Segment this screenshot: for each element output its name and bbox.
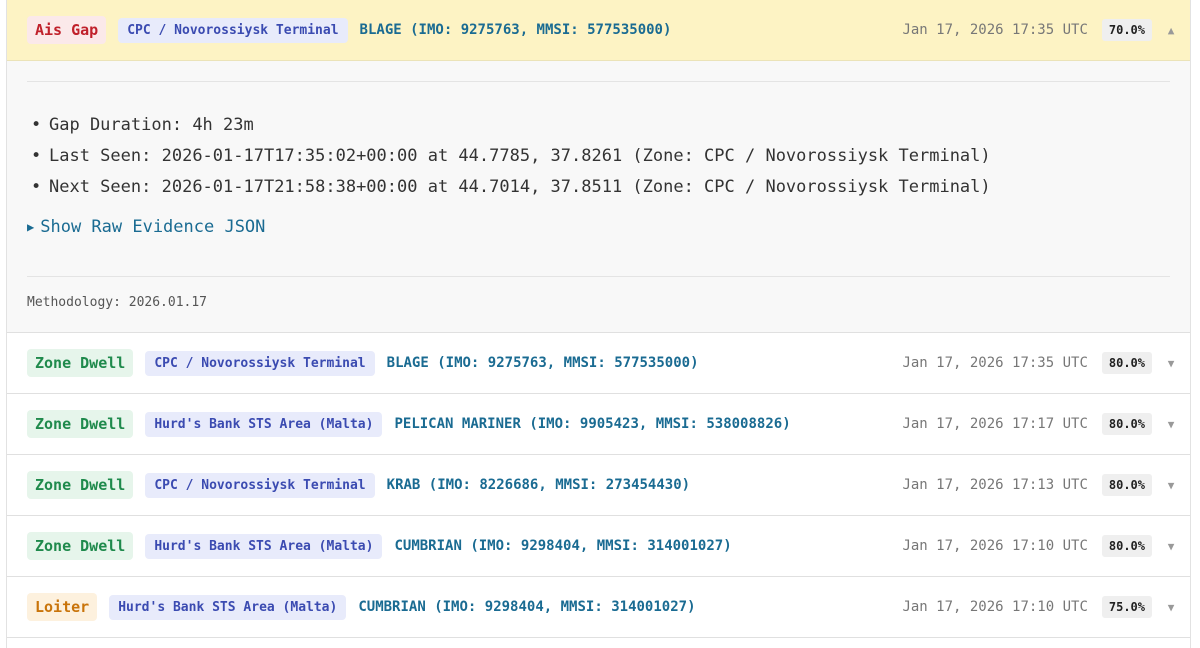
confidence-badge: 70.0%: [1101, 19, 1152, 41]
show-raw-evidence-toggle[interactable]: ▶ Show Raw Evidence JSON: [27, 217, 1170, 237]
zone-tag: Hurd's Bank STS Area (Malta): [145, 533, 383, 559]
event-type-badge: Loiter: [27, 593, 98, 621]
confidence-badge: 80.0%: [1101, 535, 1152, 557]
event-type-badge: Zone Dwell: [27, 471, 134, 499]
vessel-link[interactable]: BLAGE (IMO: 9275763, MMSI: 577535000): [360, 22, 672, 38]
evidence-list: Gap Duration: 4h 23m Last Seen: 2026-01-…: [27, 110, 1170, 203]
confidence-badge: 80.0%: [1101, 352, 1152, 374]
chevron-up-icon[interactable]: ▲: [1166, 24, 1176, 37]
show-raw-evidence-label: Show Raw Evidence JSON: [40, 217, 266, 237]
event-type-badge: Zone Dwell: [27, 532, 134, 560]
vessel-link[interactable]: BLAGE (IMO: 9275763, MMSI: 577535000): [387, 355, 699, 371]
event-type-badge: Ais Gap: [27, 16, 107, 44]
event-list: Ais Gap CPC / Novorossiysk Terminal BLAG…: [6, 0, 1191, 648]
event-row[interactable]: Zone Dwell Hurd's Bank STS Area (Malta) …: [7, 394, 1190, 455]
event-timestamp: Jan 17, 2026 17:13 UTC: [902, 477, 1088, 493]
event-row[interactable]: Zone Dwell CPC / Novorossiysk Terminal B…: [7, 333, 1190, 394]
methodology-version: Methodology: 2026.01.17: [27, 276, 1170, 310]
confidence-badge: 80.0%: [1101, 474, 1152, 496]
chevron-down-icon[interactable]: ▼: [1166, 357, 1176, 370]
zone-tag: Hurd's Bank STS Area (Malta): [109, 594, 347, 620]
triangle-right-icon: ▶: [27, 220, 35, 234]
vessel-link[interactable]: CUMBRIAN (IMO: 9298404, MMSI: 314001027): [394, 538, 731, 554]
vessel-link[interactable]: CUMBRIAN (IMO: 9298404, MMSI: 314001027): [358, 599, 695, 615]
confidence-badge: 75.0%: [1101, 596, 1152, 618]
event-timestamp: Jan 17, 2026 17:35 UTC: [902, 355, 1088, 371]
confidence-badge: 80.0%: [1101, 413, 1152, 435]
evidence-item-next-seen: Next Seen: 2026-01-17T21:58:38+00:00 at …: [31, 172, 1170, 203]
evidence-item-gap-duration: Gap Duration: 4h 23m: [31, 110, 1170, 141]
event-timestamp: Jan 17, 2026 17:10 UTC: [902, 599, 1088, 615]
zone-tag: Hurd's Bank STS Area (Malta): [145, 411, 383, 437]
vessel-link[interactable]: PELICAN MARINER (IMO: 9905423, MMSI: 538…: [394, 416, 790, 432]
chevron-down-icon[interactable]: ▼: [1166, 418, 1176, 431]
event-timestamp: Jan 17, 2026 17:17 UTC: [902, 416, 1088, 432]
event-row[interactable]: Zone Dwell CPC / Novorossiysk Terminal K…: [7, 455, 1190, 516]
event-timestamp: Jan 17, 2026 17:35 UTC: [902, 22, 1088, 38]
event-detail-panel: Gap Duration: 4h 23m Last Seen: 2026-01-…: [7, 61, 1190, 333]
zone-tag: CPC / Novorossiysk Terminal: [145, 350, 375, 376]
event-row[interactable]: Loiter Hurd's Bank STS Area (Malta) CUMB…: [7, 577, 1190, 638]
evidence-item-last-seen: Last Seen: 2026-01-17T17:35:02+00:00 at …: [31, 141, 1170, 172]
event-row[interactable]: Zone Dwell Hurd's Bank STS Area (Malta) …: [7, 516, 1190, 577]
event-type-badge: Zone Dwell: [27, 410, 134, 438]
vessel-link[interactable]: KRAB (IMO: 8226686, MMSI: 273454430): [387, 477, 690, 493]
event-type-badge: Zone Dwell: [27, 349, 134, 377]
zone-tag: CPC / Novorossiysk Terminal: [145, 472, 375, 498]
chevron-down-icon[interactable]: ▼: [1166, 540, 1176, 553]
zone-tag: CPC / Novorossiysk Terminal: [118, 17, 348, 43]
chevron-down-icon[interactable]: ▼: [1166, 601, 1176, 614]
event-timestamp: Jan 17, 2026 17:10 UTC: [902, 538, 1088, 554]
chevron-down-icon[interactable]: ▼: [1166, 479, 1176, 492]
event-row-expanded[interactable]: Ais Gap CPC / Novorossiysk Terminal BLAG…: [7, 0, 1190, 61]
